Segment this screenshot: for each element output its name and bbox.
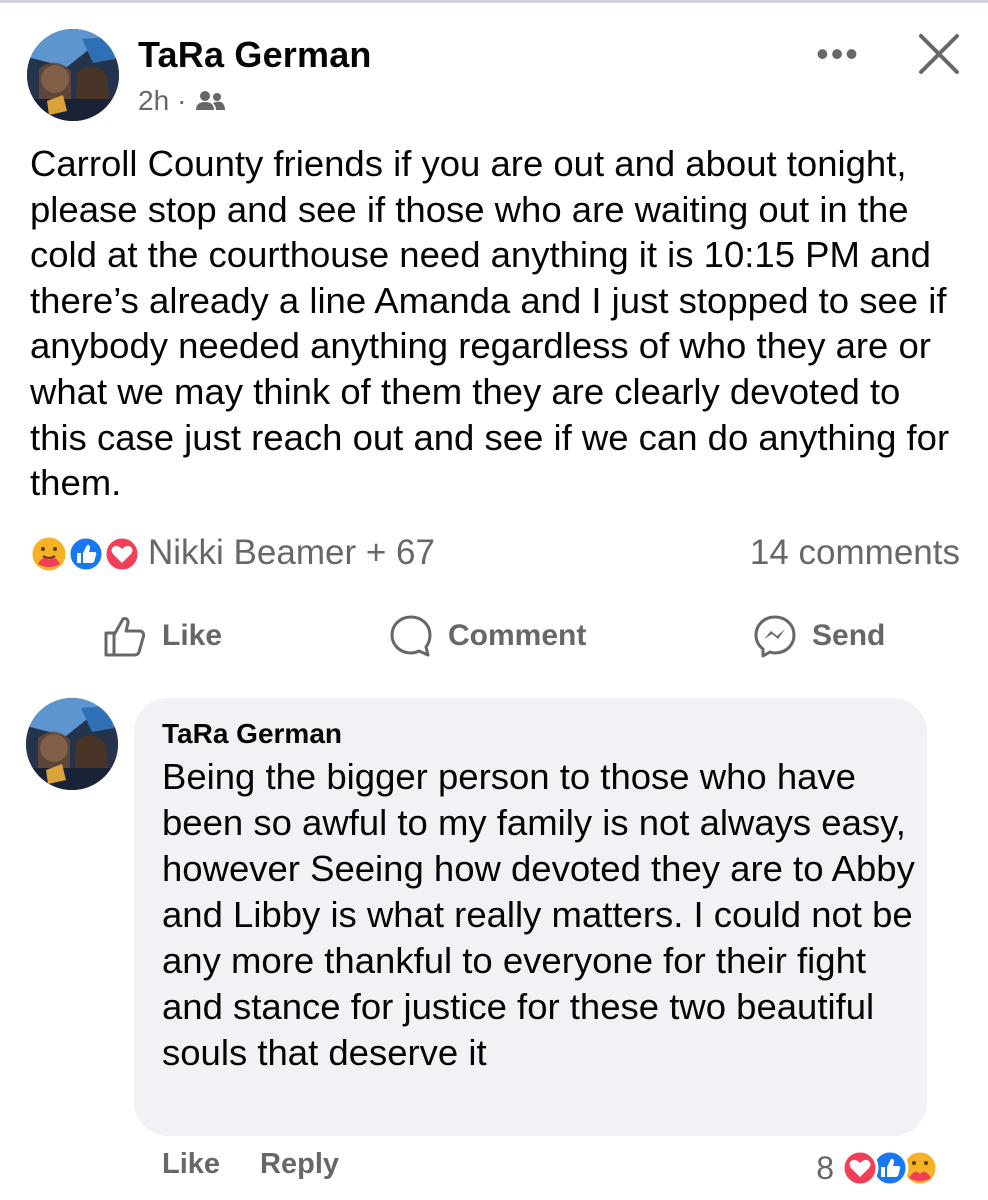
close-icon (919, 34, 959, 74)
care-icon (29, 534, 69, 574)
meta-separator: · (177, 85, 187, 116)
more-icon: ••• (816, 33, 860, 74)
post-author-name[interactable]: TaRa German (138, 34, 372, 76)
like-button[interactable]: Like (102, 608, 222, 664)
comment-reply-button[interactable]: Reply (260, 1148, 339, 1188)
love-icon (103, 535, 141, 573)
comment-icon (390, 615, 432, 657)
comment-author-name[interactable]: TaRa German (162, 718, 342, 750)
close-button[interactable] (915, 30, 963, 78)
comment-bubble[interactable]: TaRa German Being the bigger person to t… (134, 698, 927, 1136)
comments-count[interactable]: 14 comments (750, 533, 960, 573)
reaction-icons[interactable] (28, 534, 143, 574)
comment-text: Being the bigger person to those who hav… (162, 756, 915, 1073)
like-outline-icon (104, 617, 146, 657)
top-divider (0, 0, 988, 3)
comment-reaction-icons (841, 1149, 939, 1187)
reactors-text[interactable]: Nikki Beamer + 67 (148, 533, 435, 573)
messenger-icon (754, 615, 796, 658)
more-options-button[interactable]: ••• (812, 33, 864, 74)
like-icon (67, 535, 105, 573)
comment-label: Comment (448, 619, 587, 652)
post-author-avatar[interactable] (27, 29, 119, 121)
friends-icon (194, 88, 226, 114)
avatar-photo (27, 29, 119, 121)
love-icon (841, 1149, 879, 1187)
comment-reaction-count: 8 (816, 1149, 834, 1186)
post-time[interactable]: 2h (138, 85, 169, 117)
comment-button[interactable]: Comment (388, 608, 586, 664)
comment-like-button[interactable]: Like (162, 1148, 220, 1188)
post-action-bar: Like Comment Send (0, 608, 988, 664)
post-text: Carroll County friends if you are out an… (30, 143, 950, 504)
like-label: Like (162, 619, 223, 652)
avatar-photo (26, 698, 118, 790)
comment-reactions[interactable]: 8 (816, 1146, 940, 1190)
post-meta: 2h · (138, 85, 226, 117)
comment-actions: Like Reply (162, 1148, 339, 1188)
send-button[interactable]: Send (752, 608, 885, 664)
reactions-summary: Nikki Beamer + 67 14 comments (28, 530, 960, 576)
send-label: Send (812, 619, 886, 652)
comment-author-avatar[interactable] (26, 698, 118, 790)
